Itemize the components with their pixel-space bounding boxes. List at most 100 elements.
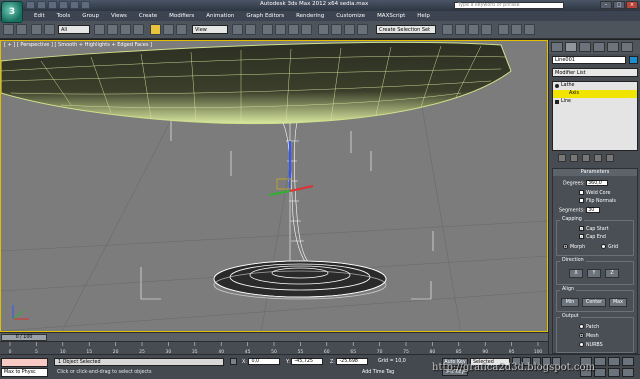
weld-core-checkbox[interactable] (579, 190, 584, 195)
cap-end-row[interactable]: ✓ Cap End (579, 234, 606, 240)
schematic-view-icon[interactable] (468, 24, 479, 35)
minimize-button[interactable]: – (600, 1, 612, 9)
project-folder-icon[interactable] (81, 1, 90, 9)
remove-modifier-icon[interactable] (594, 154, 602, 162)
select-object-icon[interactable] (94, 24, 105, 35)
maximize-viewport-icon[interactable] (622, 368, 634, 377)
menu-group[interactable]: Group (76, 11, 105, 21)
percent-snap-icon[interactable] (288, 24, 299, 35)
flip-normals-checkbox[interactable] (579, 198, 584, 203)
undo-icon[interactable] (3, 24, 14, 35)
make-unique-icon[interactable] (582, 154, 590, 162)
weld-core-row[interactable]: Weld Core (579, 190, 610, 196)
motion-tab-icon[interactable] (593, 42, 605, 52)
parameters-rollout-header[interactable]: Parameters (553, 169, 637, 176)
menu-graph-editors[interactable]: Graph Editors (240, 11, 290, 21)
zoom-all-icon[interactable] (594, 357, 606, 366)
lightbulb-icon[interactable] (555, 84, 559, 88)
stack-item-line[interactable]: Line (553, 98, 637, 106)
time-slider-thumb[interactable]: 0 / 100 (1, 334, 47, 341)
direction-z-button[interactable]: Z (605, 269, 619, 278)
cap-start-checkbox[interactable]: ✓ (579, 226, 584, 231)
show-end-result-icon[interactable] (570, 154, 578, 162)
orbit-icon[interactable] (608, 368, 620, 377)
menu-modifiers[interactable]: Modifiers (163, 11, 200, 21)
zoom-extents-icon[interactable] (608, 357, 620, 366)
maxscript-listener-output[interactable] (1, 358, 48, 367)
flip-normals-row[interactable]: Flip Normals (579, 198, 616, 204)
track-bar[interactable]: 0 5 10 15 20 25 30 35 40 45 50 55 60 65 70 75 80 85 90 95 10… (0, 341, 548, 355)
zoom-extents-all-icon[interactable] (622, 357, 634, 366)
menu-help[interactable]: Help (411, 11, 436, 21)
align-max-button[interactable]: Max (609, 298, 627, 307)
unlink-icon[interactable] (44, 24, 55, 35)
close-button[interactable]: × (626, 1, 638, 9)
morph-row[interactable]: Morph (563, 244, 585, 250)
create-tab-icon[interactable] (551, 42, 563, 52)
cap-end-checkbox[interactable]: ✓ (579, 234, 584, 239)
maximize-button[interactable]: □ (613, 1, 625, 9)
select-manipulate-icon[interactable] (245, 24, 256, 35)
selection-filter-dropdown[interactable]: All (58, 25, 90, 34)
edit-named-selection-icon[interactable] (318, 24, 329, 35)
configure-sets-icon[interactable] (606, 154, 614, 162)
output-nurbs-row[interactable]: NURBS (579, 342, 603, 348)
x-coordinate-field[interactable]: 0,0 (248, 358, 281, 365)
align-center-button[interactable]: Center (582, 298, 606, 307)
select-rotate-icon[interactable] (163, 24, 174, 35)
curve-editor-icon[interactable] (455, 24, 466, 35)
maxscript-listener-input[interactable]: Max to Physc (1, 368, 48, 377)
search-input[interactable]: Type a keyword or phrase (454, 2, 564, 9)
redo-icon[interactable] (70, 1, 79, 9)
cap-start-row[interactable]: ✓ Cap Start (579, 226, 609, 232)
viewport-label[interactable]: [ + ] [ Perspective ] [ Smooth + Highlig… (4, 42, 152, 48)
select-scale-icon[interactable] (176, 24, 187, 35)
pan-view-icon[interactable] (594, 368, 606, 377)
stack-item-lathe[interactable]: Lathe (553, 82, 637, 90)
new-file-icon[interactable] (26, 1, 35, 9)
modifier-list-dropdown[interactable]: Modifier List (552, 68, 638, 77)
align-icon[interactable] (344, 24, 355, 35)
select-link-icon[interactable] (31, 24, 42, 35)
undo-icon[interactable] (59, 1, 68, 9)
angle-snap-icon[interactable] (275, 24, 286, 35)
named-selection-sets-dropdown[interactable]: Create Selection Set (376, 25, 436, 34)
object-name-field[interactable]: Line001 (552, 56, 626, 64)
nurbs-radio[interactable] (579, 342, 584, 347)
z-coordinate-field[interactable]: -25,698 (336, 358, 369, 365)
degrees-spinner[interactable]: 360,0 (586, 180, 609, 186)
menu-customize[interactable]: Customize (330, 11, 371, 21)
menu-maxscript[interactable]: MAXScript (371, 11, 411, 21)
stack-item-axis[interactable]: Axis (553, 90, 637, 98)
menu-tools[interactable]: Tools (51, 11, 77, 21)
hierarchy-tab-icon[interactable] (579, 42, 591, 52)
time-slider[interactable]: 0 / 100 (0, 332, 548, 341)
morph-radio[interactable] (563, 244, 568, 249)
window-crossing-icon[interactable] (133, 24, 144, 35)
mesh-radio[interactable] (579, 333, 584, 338)
rectangular-selection-icon[interactable] (120, 24, 131, 35)
mirror-icon[interactable] (331, 24, 342, 35)
output-mesh-row[interactable]: Mesh (579, 333, 599, 339)
output-patch-row[interactable]: Patch (579, 324, 599, 330)
add-time-tag[interactable]: Add Time Tag (362, 369, 394, 377)
open-file-icon[interactable] (37, 1, 46, 9)
rendered-frame-window-icon[interactable] (511, 24, 522, 35)
grid-radio[interactable] (601, 244, 606, 249)
pin-stack-icon[interactable] (558, 154, 566, 162)
align-min-button[interactable]: Min (561, 298, 579, 307)
menu-edit[interactable]: Edit (28, 11, 51, 21)
select-move-icon[interactable] (150, 24, 161, 35)
reference-coordinate-dropdown[interactable]: View (192, 25, 228, 34)
snaps-toggle-icon[interactable] (262, 24, 273, 35)
utilities-tab-icon[interactable] (621, 42, 633, 52)
render-setup-icon[interactable] (498, 24, 509, 35)
perspective-viewport[interactable]: [ + ] [ Perspective ] [ Smooth + Highlig… (0, 40, 548, 332)
grid-row[interactable]: Grid (601, 244, 618, 250)
modify-tab-icon[interactable] (565, 42, 577, 52)
material-editor-icon[interactable] (481, 24, 492, 35)
select-by-name-icon[interactable] (107, 24, 118, 35)
transform-gizmo[interactable] (268, 141, 314, 196)
render-production-icon[interactable] (524, 24, 535, 35)
menu-rendering[interactable]: Rendering (290, 11, 330, 21)
